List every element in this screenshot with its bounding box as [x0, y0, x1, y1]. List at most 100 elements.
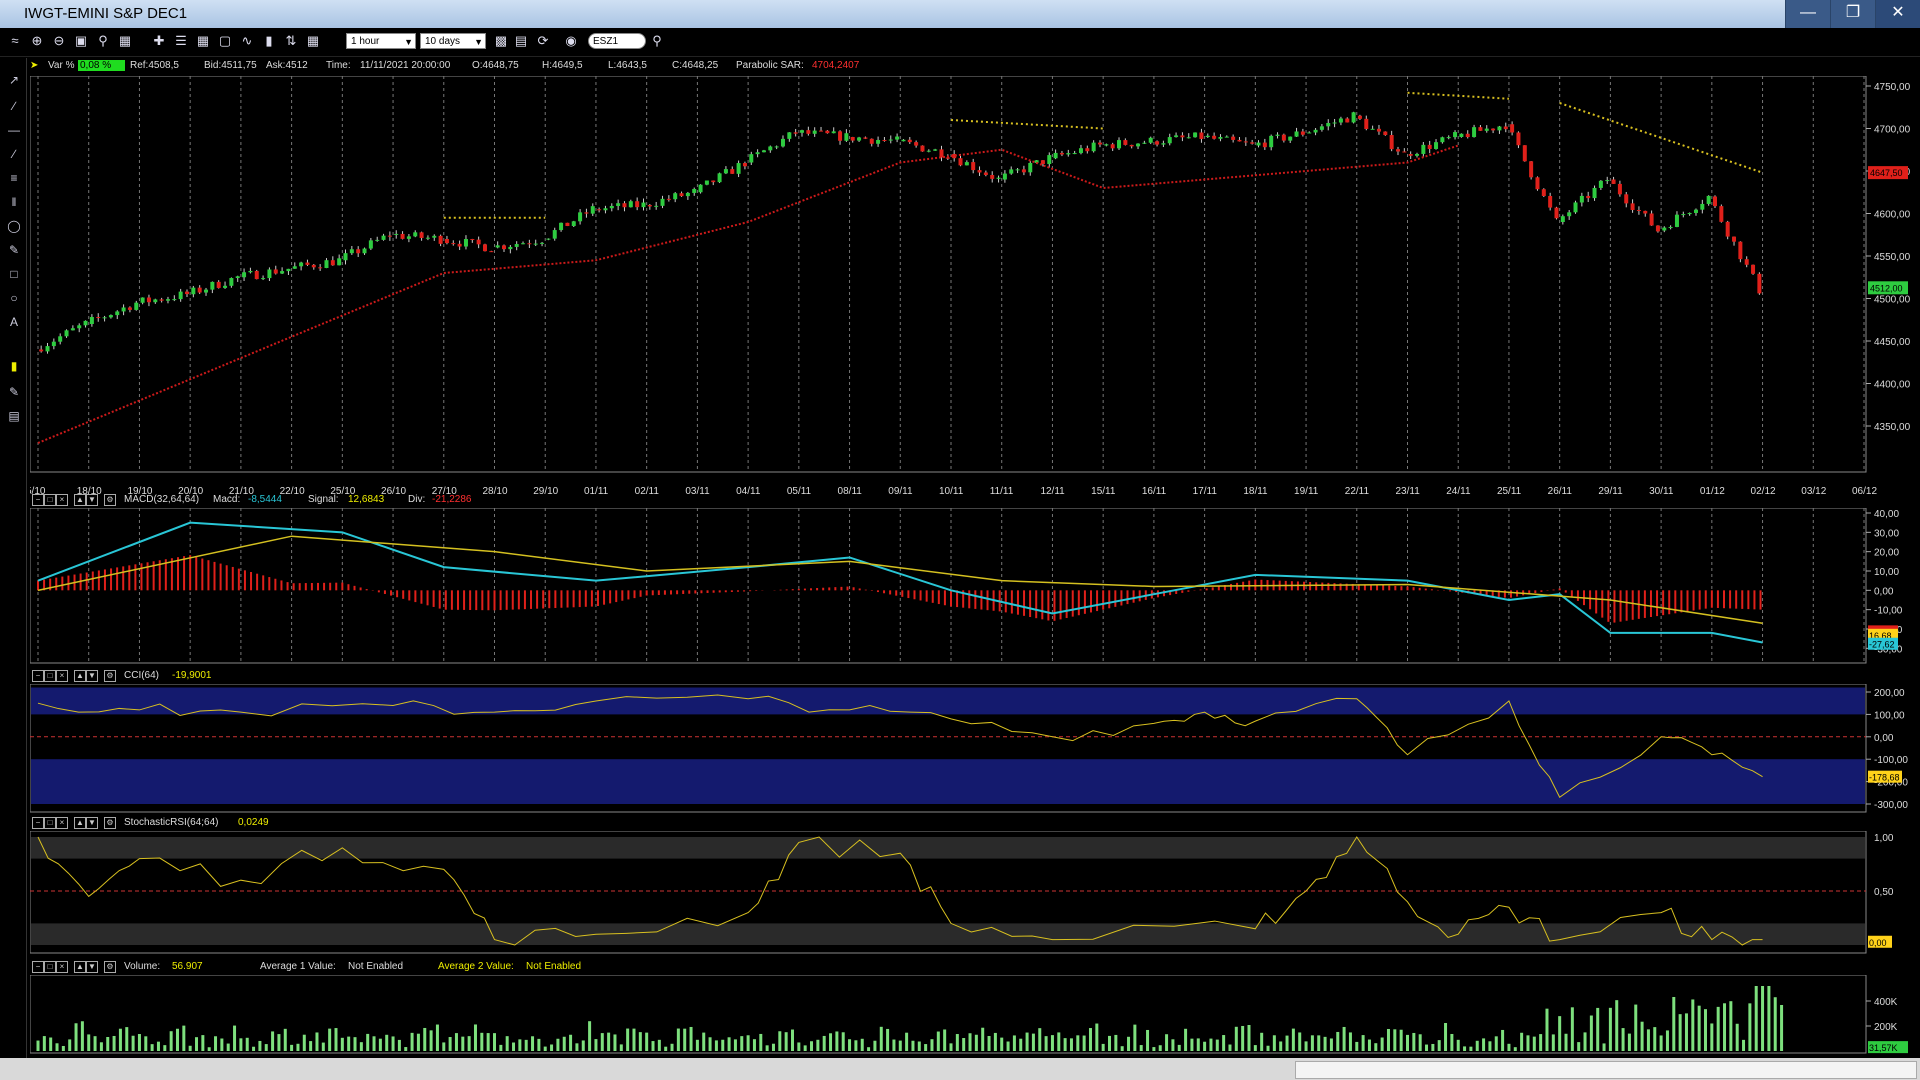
- candle-body: [1262, 142, 1267, 148]
- window-title: IWGT-EMINI S&P DEC1: [24, 5, 188, 22]
- maximize-button[interactable]: ❐: [1830, 0, 1875, 28]
- panel-down-icon[interactable]: ▼: [86, 670, 98, 682]
- volume-bar: [1672, 996, 1676, 1051]
- eraser-tool-icon[interactable]: ✎: [6, 384, 22, 400]
- pointer-icon[interactable]: ↗: [6, 72, 22, 88]
- time-label: Time:: [326, 60, 351, 71]
- save-icon[interactable]: ▤: [512, 32, 530, 50]
- candle-body: [926, 150, 931, 152]
- ellipse-tool-icon[interactable]: ○: [6, 290, 22, 306]
- zoom-in-icon[interactable]: ⊕: [28, 32, 46, 50]
- date-tick-label: 18/11: [1243, 486, 1268, 497]
- panel-settings-icon[interactable]: ⚙: [104, 817, 116, 829]
- candle-body: [1725, 221, 1730, 237]
- zoom-fit-icon[interactable]: ▣: [72, 32, 90, 50]
- rectangle-tool-icon[interactable]: □: [6, 266, 22, 282]
- panel-up-icon[interactable]: ▲: [74, 494, 86, 506]
- layers-tool-icon[interactable]: ▤: [6, 408, 22, 424]
- candle-body: [508, 246, 513, 250]
- panel-close-icon[interactable]: ×: [56, 817, 68, 829]
- bars-icon[interactable]: ▮: [260, 32, 278, 50]
- hline-tool-icon[interactable]: —: [6, 122, 22, 138]
- volume-bar: [981, 1027, 985, 1051]
- panel-settings-icon[interactable]: ⚙: [104, 670, 116, 682]
- line-chart-icon[interactable]: ∿: [238, 32, 256, 50]
- cci-chart[interactable]: 200,00100,000,00-100,00-200,00-300,00-17…: [30, 684, 1920, 814]
- candle-body: [1148, 137, 1153, 143]
- text-tool-icon[interactable]: A: [6, 314, 22, 330]
- candle-body: [1231, 136, 1236, 140]
- symbol-input[interactable]: ESZ1: [588, 33, 646, 49]
- candle-body: [666, 198, 671, 200]
- highlight-tool-icon[interactable]: ▮: [6, 358, 22, 374]
- panel-minimize-icon[interactable]: −: [32, 670, 44, 682]
- candle-body: [882, 139, 887, 141]
- candle-body: [267, 269, 272, 279]
- volume-bar: [416, 1033, 420, 1051]
- crosshair-icon[interactable]: ✚: [150, 32, 168, 50]
- panel-settings-icon[interactable]: ⚙: [104, 494, 116, 506]
- gann-tool-icon[interactable]: ◯: [6, 218, 22, 234]
- candle-body: [368, 240, 373, 249]
- horizontal-scrollbar[interactable]: [0, 1058, 1920, 1080]
- volume-bar: [1513, 1047, 1517, 1051]
- channel-tool-icon[interactable]: ‖: [6, 194, 22, 210]
- range-select[interactable]: 10 days ▼: [420, 33, 486, 49]
- panel-down-icon[interactable]: ▼: [86, 817, 98, 829]
- export-icon[interactable]: ▩: [492, 32, 510, 50]
- panel-up-icon[interactable]: ▲: [74, 817, 86, 829]
- calendar-icon[interactable]: ▦: [304, 32, 322, 50]
- grid-icon[interactable]: ▦: [194, 32, 212, 50]
- candle-body: [140, 297, 145, 303]
- interval-select[interactable]: 1 hour ▼: [346, 33, 416, 49]
- zoom-reset-icon[interactable]: ⚲: [94, 32, 112, 50]
- close-button[interactable]: ✕: [1875, 0, 1920, 28]
- macd-chart[interactable]: 40,0030,0020,0010,000,00-10,00-20,00-30,…: [30, 508, 1920, 668]
- zoom-box-icon[interactable]: ▦: [116, 32, 134, 50]
- panel-restore-icon[interactable]: □: [44, 670, 56, 682]
- candle-body: [1319, 126, 1324, 130]
- panel-settings-icon[interactable]: ⚙: [104, 961, 116, 973]
- trendline-tool-icon[interactable]: ∕: [6, 146, 22, 162]
- candle-body: [730, 169, 735, 174]
- price-tick-label: 4500,00: [1874, 295, 1911, 306]
- panel-down-icon[interactable]: ▼: [86, 961, 98, 973]
- panel-minimize-icon[interactable]: −: [32, 494, 44, 506]
- updown-icon[interactable]: ⇅: [282, 32, 300, 50]
- search-icon[interactable]: ⚲: [648, 32, 666, 50]
- panel-close-icon[interactable]: ×: [56, 670, 68, 682]
- panel-down-icon[interactable]: ▼: [86, 494, 98, 506]
- panel-close-icon[interactable]: ×: [56, 961, 68, 973]
- refresh-icon[interactable]: ⟳: [534, 32, 552, 50]
- candle-body: [831, 131, 836, 134]
- candle-body: [165, 299, 170, 301]
- minimize-button[interactable]: —: [1785, 0, 1830, 28]
- candle-body: [1662, 227, 1667, 231]
- panel-up-icon[interactable]: ▲: [74, 961, 86, 973]
- panel-minimize-icon[interactable]: −: [32, 817, 44, 829]
- scrollbar-thumb[interactable]: [1295, 1061, 1917, 1079]
- panel-close-icon[interactable]: ×: [56, 494, 68, 506]
- list-icon[interactable]: ☰: [172, 32, 190, 50]
- zoom-out-icon[interactable]: ⊖: [50, 32, 68, 50]
- panel-minimize-icon[interactable]: −: [32, 961, 44, 973]
- fib-tool-icon[interactable]: ≡: [6, 170, 22, 186]
- panel-restore-icon[interactable]: □: [44, 817, 56, 829]
- window-icon[interactable]: ▢: [216, 32, 234, 50]
- candle-body: [115, 311, 120, 316]
- panel-up-icon[interactable]: ▲: [74, 670, 86, 682]
- panel-restore-icon[interactable]: □: [44, 494, 56, 506]
- line-tool-icon[interactable]: ∕: [6, 98, 22, 114]
- stoch-chart[interactable]: 1,00 0,50 0,00: [30, 831, 1920, 955]
- volume-chart[interactable]: 400K 200K 31,57K: [30, 975, 1920, 1055]
- price-chart[interactable]: 4750,004700,004650,004600,004550,004500,…: [30, 76, 1920, 502]
- panel-restore-icon[interactable]: □: [44, 961, 56, 973]
- pencil-tool-icon[interactable]: ✎: [6, 242, 22, 258]
- candle-body: [1294, 131, 1299, 137]
- color-icon[interactable]: ◉: [562, 32, 580, 50]
- volume-bar: [1602, 1043, 1606, 1051]
- volume-bar: [1780, 1004, 1784, 1051]
- volume-bar: [1000, 1037, 1004, 1051]
- candle-body: [70, 328, 75, 331]
- chart-type-icon[interactable]: ≈: [6, 32, 24, 50]
